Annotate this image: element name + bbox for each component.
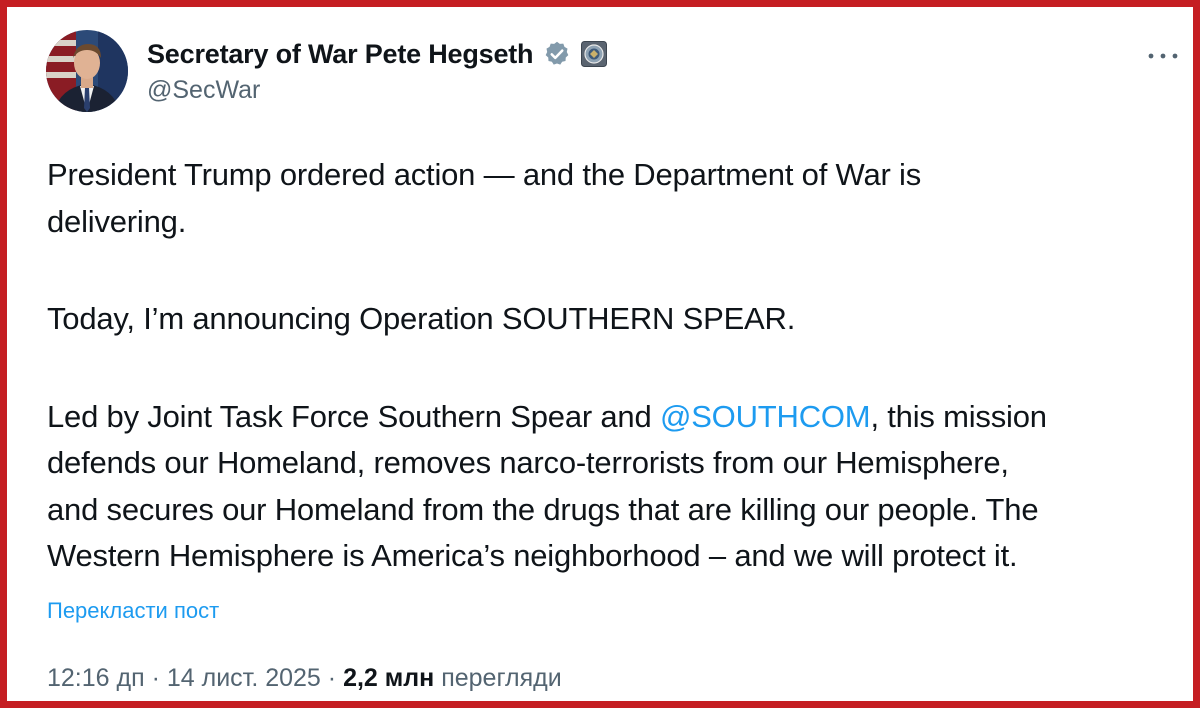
avatar[interactable] — [46, 30, 128, 112]
verified-badge-icon — [543, 40, 571, 68]
tweet-line: delivering. — [47, 203, 187, 239]
more-options-icon[interactable] — [1146, 48, 1180, 59]
tweet-line: and secures our Homeland from the drugs … — [47, 491, 1039, 527]
red-frame: Secretary of War Pete Hegseth @SecWar Pr… — [0, 0, 1200, 708]
author-display-name[interactable]: Secretary of War Pete Hegseth — [147, 39, 534, 70]
tweet-line-text: , this mission — [870, 398, 1047, 434]
tweet-line: defends our Homeland, removes narco-terr… — [47, 445, 1009, 480]
tweet-line: Western Hemisphere is America’s neighbor… — [47, 538, 1018, 573]
views-count[interactable]: 2,2 млн — [343, 664, 434, 692]
author-name-row: Secretary of War Pete Hegseth — [147, 32, 608, 76]
avatar-photo-icon — [46, 30, 128, 112]
tweet-line: Today, I’m announcing Operation SOUTHERN… — [47, 301, 796, 336]
southcom-mention-link[interactable]: @SOUTHCOM — [660, 399, 871, 434]
tweet-line: Led by Joint Task Force Southern Spear a… — [47, 394, 1193, 441]
tweet-card: Secretary of War Pete Hegseth @SecWar Pr… — [14, 14, 1193, 701]
tweet-text: President Trump ordered action — and the… — [47, 152, 1193, 580]
timestamp[interactable]: 12:16 дп · 14 лист. 2025 · — [47, 664, 343, 692]
tweet-line: President Trump ordered action — and the… — [47, 157, 922, 192]
tweet-meta: 12:16 дп · 14 лист. 2025 · 2,2 млн перег… — [47, 664, 562, 693]
views-label: перегляди — [434, 664, 562, 692]
tweet-line-text: Led by Joint Task Force Southern Spear a… — [47, 398, 660, 434]
translate-post-link[interactable]: Перекласти пост — [47, 598, 219, 624]
author-handle[interactable]: @SecWar — [147, 76, 260, 105]
department-of-war-seal-icon[interactable] — [581, 41, 608, 67]
